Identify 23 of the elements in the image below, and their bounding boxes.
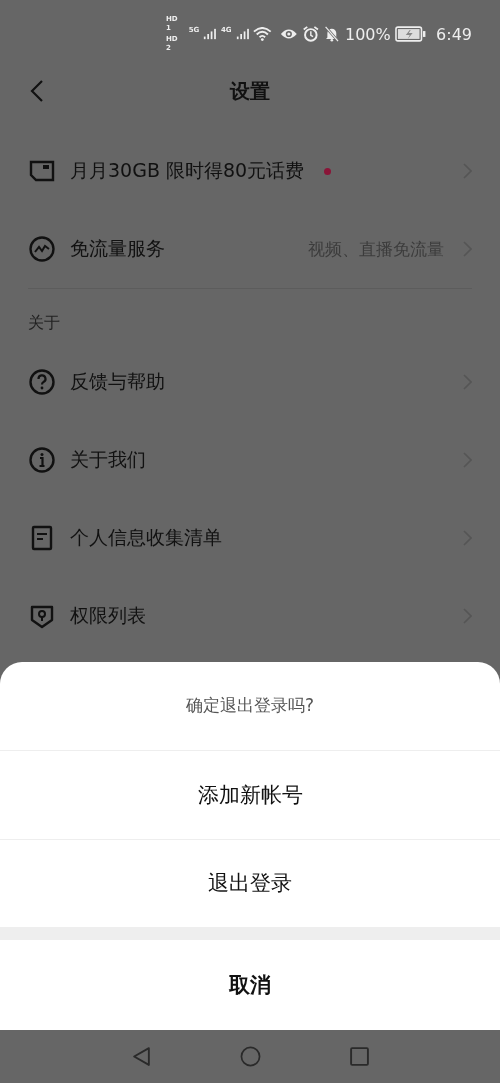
- section-title: 关于: [28, 313, 61, 334]
- home-icon[interactable]: [239, 1046, 261, 1067]
- signal-icon: [203, 28, 217, 40]
- settings-item[interactable]: 个人信息收集清单: [0, 499, 500, 577]
- help-icon: [28, 368, 56, 396]
- settings-item[interactable]: 月月30GB 限时得80元话费: [0, 132, 500, 210]
- info-icon: [28, 446, 56, 474]
- bell-muted-icon: [323, 26, 341, 42]
- signal-icon: [235, 28, 250, 40]
- settings-item[interactable]: 权限列表: [0, 577, 500, 655]
- settings-item[interactable]: 反馈与帮助: [0, 343, 500, 421]
- settings-item[interactable]: 关于我们: [0, 421, 500, 499]
- battery-percent: 100%: [344, 24, 391, 44]
- back-icon[interactable]: [130, 1046, 152, 1067]
- alarm-icon: [301, 26, 320, 42]
- battery-charging-icon: [394, 26, 427, 42]
- recents-icon[interactable]: [348, 1046, 370, 1067]
- wave-icon: [28, 235, 56, 263]
- dialog-question: 确定退出登录吗?: [0, 662, 500, 751]
- wifi-icon: [253, 27, 272, 41]
- page-title: 设置: [230, 77, 270, 105]
- back-icon[interactable]: [30, 79, 44, 103]
- clock-time: 6:49: [436, 24, 473, 44]
